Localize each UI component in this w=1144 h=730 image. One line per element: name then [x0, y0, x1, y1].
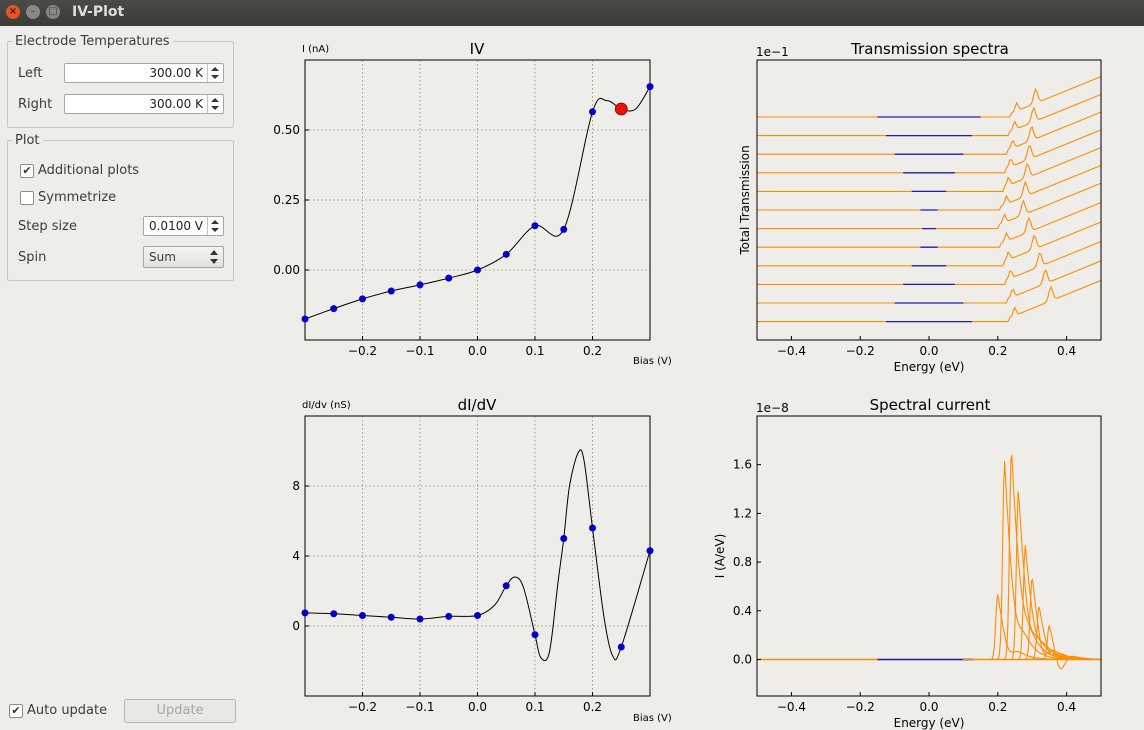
iv-xtick-label: 0.1 [525, 344, 544, 358]
iv-xtick-label: 0.0 [468, 344, 487, 358]
transmission-curve [757, 202, 1102, 248]
iv-data-point[interactable] [416, 281, 424, 289]
didv-data-point[interactable] [387, 613, 395, 621]
didv-data-point[interactable] [301, 609, 309, 617]
didv-xtick-label: 0.2 [583, 700, 602, 714]
didv-data-point[interactable] [359, 612, 366, 619]
didv-data-point[interactable] [502, 582, 510, 590]
iv-data-point[interactable] [445, 274, 453, 282]
transmission-title: Transmission spectra [850, 40, 1009, 58]
iv-xtick-label: −0.1 [405, 344, 434, 358]
spectral-ytick-label: 1.2 [733, 506, 752, 520]
spectral-xtick-label: −0.2 [846, 700, 875, 714]
didv-data-point[interactable] [474, 612, 481, 619]
transmission-xtick-label: −0.2 [846, 344, 875, 358]
plots-canvas: IV I (nA) Bias (V) −0.2 −0.1 0.0 0.1 0.2 0.50… [273, 40, 1102, 730]
spectral-curve [962, 594, 1101, 661]
spectral-curve [962, 578, 1101, 661]
iv-data-point[interactable] [474, 266, 481, 274]
transmission-curve [757, 182, 1102, 230]
spectral-xtick-label: −0.4 [777, 700, 806, 714]
spectral-ytick-label: 0.4 [733, 604, 752, 618]
iv-data-point[interactable] [330, 305, 338, 313]
spectral-curve [962, 491, 1101, 661]
iv-data-point[interactable] [502, 250, 510, 258]
iv-ytick-label: 0.00 [273, 263, 300, 277]
transmission-curve [757, 111, 1102, 155]
transmission-curve [757, 260, 1102, 304]
iv-xtick-label: −0.2 [348, 344, 377, 358]
iv-data-point[interactable] [359, 295, 366, 303]
spectral-ylabel: I (A/eV) [713, 534, 727, 579]
didv-data-point[interactable] [445, 612, 453, 620]
iv-ylabel: I (nA) [302, 44, 329, 55]
iv-title: IV [470, 40, 485, 58]
iv-ytick-label: 0.25 [273, 193, 300, 207]
iv-data-point[interactable] [560, 225, 568, 233]
didv-xtick-label: 0.0 [468, 700, 487, 714]
spectral-ytick-label: 1.6 [733, 458, 752, 472]
didv-ytick-label: 8 [292, 479, 300, 493]
iv-data-point[interactable] [531, 222, 539, 230]
transmission-curve [757, 129, 1102, 174]
iv-xlabel: Bias (V) [633, 356, 672, 367]
spectral-ytick-label: 0.0 [733, 652, 752, 666]
didv-data-point[interactable] [416, 615, 424, 623]
transmission-curve [757, 93, 1102, 137]
didv-xtick-label: −0.1 [405, 700, 434, 714]
iv-data-point[interactable] [301, 315, 309, 323]
didv-title: dI/dV [458, 396, 498, 414]
transmission-xtick-label: 0.2 [988, 344, 1007, 358]
didv-ylabel: dI/dv (nS) [302, 400, 351, 411]
iv-ytick-label: 0.50 [273, 123, 300, 137]
didv-data-point[interactable] [617, 643, 625, 651]
transmission-xtick-label: −0.4 [777, 344, 806, 358]
didv-data-point[interactable] [589, 524, 596, 532]
didv-data-point[interactable] [560, 535, 568, 542]
iv-xtick-label: 0.2 [583, 344, 602, 358]
transmission-axes [756, 59, 1102, 341]
didv-ytick-label: 4 [292, 549, 300, 563]
transmission-xtick-label: 0.4 [1057, 344, 1076, 358]
transmission-curve [757, 279, 1102, 323]
didv-xtick-label: −0.2 [348, 700, 377, 714]
transmission-scale: 1e−1 [756, 45, 789, 59]
didv-data-point[interactable] [531, 631, 539, 639]
transmission-curve [757, 164, 1102, 211]
spectral-title: Spectral current [870, 396, 991, 414]
didv-ytick-label: 0 [292, 619, 300, 633]
iv-data-point[interactable] [589, 108, 596, 116]
transmission-ylabel: Total Transmission [738, 145, 752, 255]
transmission-curve [757, 76, 1102, 118]
spectral-curve [962, 454, 1101, 661]
iv-data-point[interactable] [387, 287, 395, 295]
spectral-xtick-label: 0.2 [988, 700, 1007, 714]
spectral-xlabel: Energy (eV) [894, 716, 965, 730]
didv-xlabel: Bias (V) [633, 713, 672, 724]
transmission-xtick-label: 0.0 [919, 344, 938, 358]
spectral-curve [962, 545, 1101, 661]
spectral-scale: 1e−8 [756, 401, 789, 415]
spectral-xtick-label: 0.4 [1057, 700, 1076, 714]
transmission-curve [757, 240, 1102, 285]
iv-selected-point[interactable] [614, 102, 628, 116]
transmission-xlabel: Energy (eV) [894, 360, 965, 374]
didv-xtick-label: 0.1 [525, 700, 544, 714]
didv-data-point[interactable] [646, 547, 654, 555]
spectral-xtick-label: 0.0 [919, 700, 938, 714]
iv-data-point[interactable] [646, 83, 654, 91]
didv-data-point[interactable] [330, 610, 338, 618]
spectral-ytick-label: 0.8 [733, 555, 752, 569]
